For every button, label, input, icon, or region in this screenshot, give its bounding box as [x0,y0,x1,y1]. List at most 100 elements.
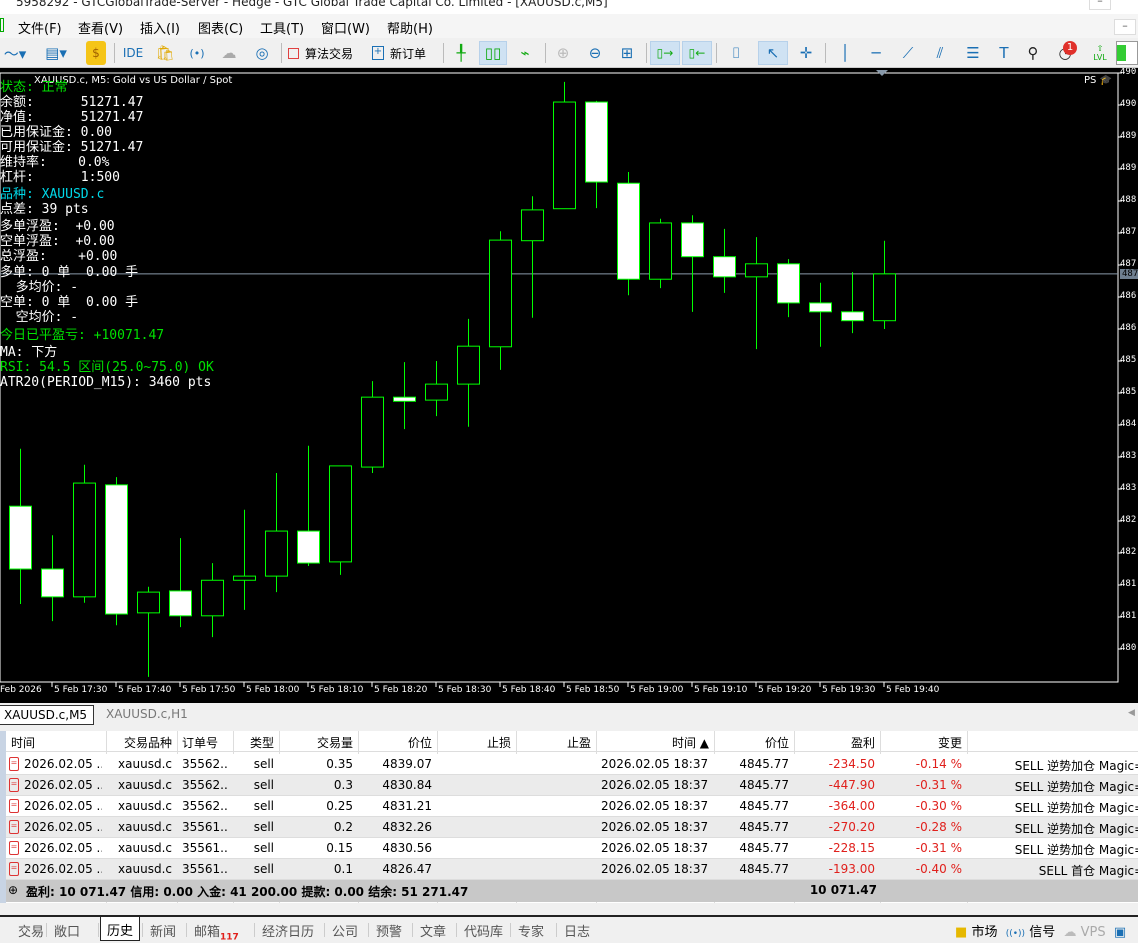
vps-link[interactable]: VPS [1081,925,1106,940]
table-cell: sell [253,820,274,834]
column-header[interactable]: 类型 [238,734,274,751]
table-cell: 2026.02.05 ... [24,757,102,771]
menu-charts[interactable]: 图表(C) [198,18,243,37]
price-tick-label: 486 [1120,291,1137,301]
table-cell: 4845.77 [739,862,789,876]
column-header[interactable]: 交易品种 [111,734,172,751]
line-chart-icon[interactable]: ⌁ [512,41,538,65]
chart-shift-icon[interactable]: ▯← [682,41,712,65]
column-header[interactable]: 订单号 [182,734,228,751]
toolbox-tab[interactable]: 邮箱117 [194,921,239,943]
time-tick-label: Feb 2026 [0,685,42,695]
column-header[interactable]: 时间 ▲ [601,734,709,751]
toolbox-tab[interactable]: 专家 [518,921,544,940]
table-row[interactable]: = 2026.02.05 ... xauusd.c 35561... sell 0.2 48… [6,817,1138,838]
toolbox-tab[interactable]: 代码库 [464,921,503,940]
connection-status-bar [1116,41,1138,65]
column-header[interactable]: 交易量 [284,734,353,751]
deal-icon: = [9,820,19,834]
chart-tab-xauusd-h1[interactable]: XAUUSD.c,H1 [102,705,192,725]
column-header[interactable]: 变更 [885,734,962,751]
toolbox-tab[interactable]: 历史 [100,917,141,941]
price-tick-label: 483 [1120,451,1137,461]
table-cell: sell [253,841,274,855]
algo-trading-button[interactable]: 算法交易 [288,41,360,65]
menu-view[interactable]: 查看(V) [78,18,123,37]
indicators-dropdown-icon[interactable]: ▤▾ [38,41,74,65]
new-order-button[interactable]: + 新订单 [372,41,436,65]
table-cell: sell [253,778,274,792]
menu-window[interactable]: 窗口(W) [321,18,370,37]
table-row[interactable]: = 2026.02.05 ... xauusd.c 35562... sell 0.3 48… [6,775,1138,796]
community-icon[interactable]: ◔1 [1052,41,1078,65]
price-tick-label: 481 [1120,579,1137,589]
zoom-out-icon[interactable]: ⊖ [584,41,606,65]
child-minimize-button[interactable]: – [1114,19,1136,35]
table-header: 时间交易品种订单号类型交易量价位止损止盈时间 ▲价位盈利变更注 [6,731,1138,752]
tile-windows-icon[interactable]: ⊞ [616,41,638,65]
column-header[interactable]: 止盈 [521,734,591,751]
cloud-icon[interactable]: ☁ [218,41,240,65]
dollar-icon[interactable]: $ [86,41,106,65]
auto-scroll-icon[interactable]: ▯→ [650,41,680,65]
lvl-icon[interactable]: ⇧ LVL [1090,41,1110,65]
vertical-line-icon[interactable]: │ [834,41,856,65]
toolbox-tab[interactable]: 敞口 [54,921,80,940]
line-chart-dropdown-icon[interactable]: 〜▾ [0,41,30,65]
table-row[interactable]: = 2026.02.05 ... xauusd.c 35561... sell 0.15 4… [6,838,1138,859]
info-line: 余额: 51271.47 [0,95,144,110]
menu-tools[interactable]: 工具(T) [260,18,304,37]
toolbox-tab[interactable]: 日志 [564,921,590,940]
stop-square-icon [288,47,299,59]
column-header[interactable]: 价位 [363,734,432,751]
price-tick-label: 486 [1120,323,1137,333]
trendline-icon[interactable]: ⟋ [896,41,920,65]
column-header[interactable]: 时间 [11,734,101,751]
table-row[interactable]: = 2026.02.05 ... xauusd.c 35562... sell 0.35 4… [6,754,1138,775]
table-cell: sell [253,799,274,813]
toolbox-tab[interactable]: 文章 [420,921,446,940]
toolbox-tab[interactable]: 经济日历 [262,921,314,940]
table-cell: sell [253,862,274,876]
candlestick-chart-icon[interactable]: ▯▯ [479,41,507,65]
text-icon[interactable]: T [994,41,1014,65]
market-bag-icon[interactable]: 🛍 [155,41,174,65]
expand-icon[interactable]: ⊕ [8,883,18,897]
bar-chart-icon[interactable]: ╀ [449,41,473,65]
column-header[interactable]: 盈利 [799,734,875,751]
zoom-in-icon[interactable]: ⊕ [552,41,574,65]
equidistant-channel-icon[interactable]: ⫽ [928,41,952,65]
menu-file[interactable]: 文件(F) [18,18,62,37]
ide-button[interactable]: IDE [120,41,146,65]
cursor-icon[interactable]: ↖ [758,41,788,65]
scroll-left-icon[interactable]: ◀ [1128,708,1135,718]
column-header[interactable]: 注 [972,734,1138,751]
signals-icon[interactable]: (•) [186,41,208,65]
column-header[interactable]: 价位 [719,734,789,751]
minimize-button[interactable]: – [1089,0,1111,10]
radar-add-icon[interactable]: ◎ [250,41,274,65]
horizontal-line-icon[interactable]: ─ [864,41,888,65]
column-header[interactable]: 止损 [442,734,511,751]
table-row[interactable]: = 2026.02.05 ... xauusd.c 35562... sell 0.25 4… [6,796,1138,817]
menu-insert[interactable]: 插入(I) [140,18,180,37]
toolbox-tab[interactable]: 新闻 [150,921,176,940]
price-tick-label: 483 [1120,483,1137,493]
table-cell: xauusd.c [118,820,172,834]
search-icon[interactable]: ⚲ [1022,41,1044,65]
menu-help[interactable]: 帮助(H) [387,18,433,37]
market-link[interactable]: 市场 [971,925,997,940]
fibonacci-icon[interactable]: ☰ [960,41,986,65]
toolbox-tab[interactable]: 交易 [18,921,44,940]
price-tick-label: 489 [1120,131,1137,141]
table-cell: 4831.21 [382,799,432,813]
table-row[interactable]: = 2026.02.05 ... xauusd.c 35561... sell 0.1 48… [6,859,1138,880]
toolbox-tab[interactable]: 公司 [332,921,358,940]
signals-link[interactable]: 信号 [1029,925,1055,940]
bear-candle-body [841,311,864,322]
screenshot-icon[interactable]: ⌷ [724,41,748,65]
toolbox-tab[interactable]: 预警 [376,921,402,940]
price-chart[interactable]: XAUUSD.c, M5: Gold vs US Dollar / Spot P… [0,68,1138,703]
crosshair-icon[interactable]: ✛ [794,41,818,65]
chart-tab-xauusd-m5[interactable]: XAUUSD.c,M5 [0,705,94,725]
